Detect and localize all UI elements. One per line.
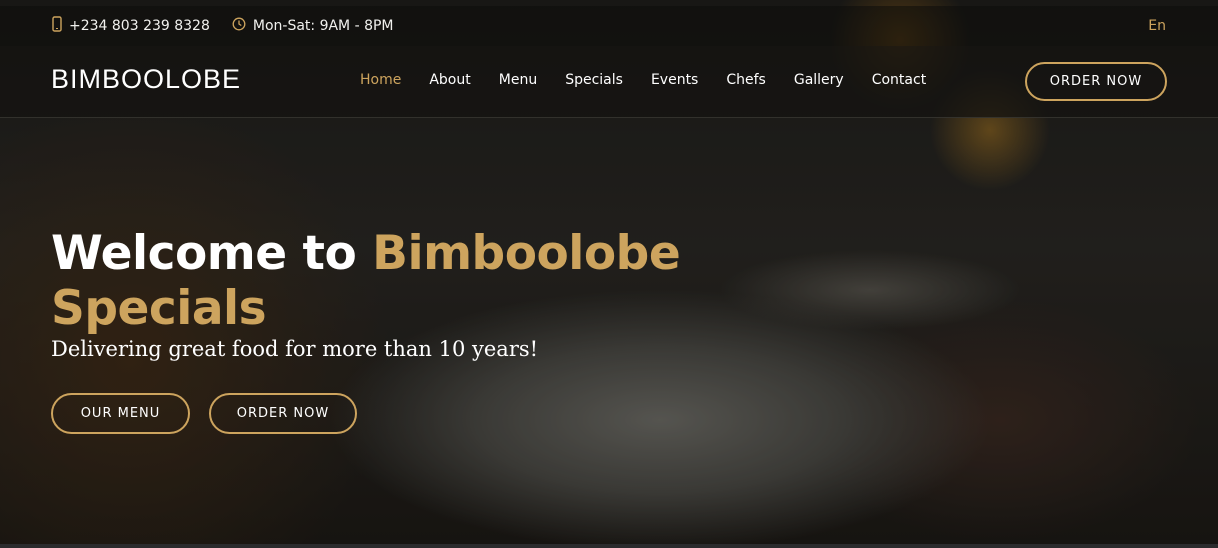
our-menu-button[interactable]: OUR MENU (51, 393, 190, 434)
nav-contact[interactable]: Contact (872, 72, 926, 88)
opening-hours: Mon-Sat: 9AM - 8PM (252, 18, 394, 34)
hero-title: Welcome to Bimboolobe Specials (51, 226, 691, 336)
nav-about[interactable]: About (429, 72, 470, 88)
hours-info: Mon-Sat: 9AM - 8PM (232, 17, 394, 35)
phone-icon (52, 16, 69, 36)
nav-home[interactable]: Home (360, 72, 401, 88)
nav-specials[interactable]: Specials (565, 72, 623, 88)
hero-title-white: Welcome to (51, 226, 373, 281)
phone-info: +234 803 239 8328 (52, 16, 210, 36)
language-selector[interactable]: En (1148, 18, 1166, 34)
nav-events[interactable]: Events (651, 72, 698, 88)
order-now-button[interactable]: ORDER NOW (1025, 62, 1167, 101)
site-logo[interactable]: BIMBOOLOBE (51, 64, 241, 95)
main-nav: Home About Menu Specials Events Chefs Ga… (346, 72, 940, 88)
phone-number: +234 803 239 8328 (69, 18, 210, 34)
main-navbar: BIMBOOLOBE Home About Menu Specials Even… (0, 46, 1218, 118)
clock-icon (232, 17, 253, 35)
hero-subtitle: Delivering great food for more than 10 y… (51, 337, 539, 361)
page-bottom-edge (0, 544, 1218, 548)
nav-menu[interactable]: Menu (499, 72, 537, 88)
nav-chefs[interactable]: Chefs (726, 72, 765, 88)
hero-order-now-button[interactable]: ORDER NOW (209, 393, 357, 434)
top-info-bar: +234 803 239 8328 Mon-Sat: 9AM - 8PM En (0, 6, 1218, 46)
nav-gallery[interactable]: Gallery (794, 72, 844, 88)
